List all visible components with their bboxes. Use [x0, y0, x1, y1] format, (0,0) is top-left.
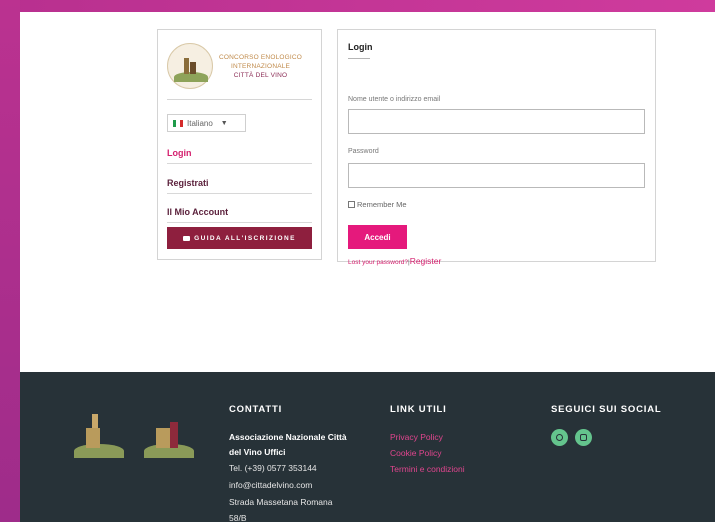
contacts-address-1: Strada Massetana Romana — [229, 497, 333, 507]
book-icon — [183, 235, 191, 241]
social-heading: SEGUICI SUI SOCIAL — [551, 404, 662, 415]
remember-label: Remember Me — [357, 200, 407, 209]
contest-logo[interactable]: CONCORSO ENOLOGICO INTERNAZIONALE CITTÀ … — [167, 40, 313, 92]
contacts-phone: Tel. (+39) 0577 353144 — [229, 463, 317, 473]
terms-link[interactable]: Termini e condizioni — [390, 462, 465, 477]
login-form: Login Nome utente o indirizzo email Pass… — [337, 29, 656, 266]
sidebar-divider — [167, 99, 312, 100]
guide-button[interactable]: GUIDA ALL'ISCRIZIONE — [167, 227, 312, 249]
login-links: Lost your password?|Register — [348, 256, 441, 266]
contacts-org-2: del Vino Uffici — [229, 447, 286, 457]
left-gradient-strip — [0, 0, 20, 522]
chevron-down-icon: ▼ — [220, 119, 228, 127]
contacts-address-2: 58/B — [229, 513, 247, 522]
contacts-org-1: Associazione Nazionale Città — [229, 432, 347, 442]
contacts-email: info@cittadelvino.com — [229, 480, 313, 490]
privacy-policy-link[interactable]: Privacy Policy — [390, 430, 443, 445]
top-gradient-strip — [0, 0, 715, 12]
remember-me[interactable]: Remember Me — [348, 200, 407, 209]
account-sidebar: CONCORSO ENOLOGICO INTERNAZIONALE CITTÀ … — [157, 29, 322, 260]
guide-button-label: GUIDA ALL'ISCRIZIONE — [194, 234, 296, 242]
italy-flag-icon — [173, 119, 183, 127]
login-title: Login — [348, 42, 373, 52]
language-label: Italiano — [187, 118, 213, 128]
page-content: CONCORSO ENOLOGICO INTERNAZIONALE CITTÀ … — [20, 12, 715, 372]
logo-line-3: CITTÀ DEL VINO — [233, 71, 288, 79]
password-label: Password — [348, 148, 379, 155]
site-footer: CONTATTI Associazione Nazionale Città de… — [20, 372, 715, 522]
title-underline — [348, 58, 370, 59]
links-heading: LINK UTILI — [390, 404, 447, 415]
logo-text: CONCORSO ENOLOGICO INTERNAZIONALE CITTÀ … — [219, 53, 302, 80]
footer-logo-wine-icon[interactable] — [142, 408, 196, 462]
instagram-icon[interactable] — [575, 429, 592, 446]
logo-seal-icon — [167, 43, 213, 89]
lost-password-link[interactable]: Lost your password? — [348, 259, 408, 266]
facebook-icon[interactable] — [551, 429, 568, 446]
footer-logo-icon[interactable] — [72, 408, 126, 462]
username-label: Nome utente o indirizzo email — [348, 96, 441, 103]
sidebar-item-registrati[interactable]: Registrati — [167, 178, 312, 194]
language-selector[interactable]: Italiano ▼ — [167, 114, 246, 132]
cookie-policy-link[interactable]: Cookie Policy — [390, 446, 442, 461]
sidebar-item-account[interactable]: Il Mio Account — [167, 207, 312, 223]
logo-line-2: INTERNAZIONALE — [230, 62, 291, 70]
contacts-heading: CONTATTI — [229, 404, 283, 415]
username-input[interactable] — [348, 109, 645, 134]
register-link[interactable]: Register — [410, 256, 442, 266]
submit-button[interactable]: Accedi — [348, 225, 407, 249]
password-input[interactable] — [348, 163, 645, 188]
logo-line-1: CONCORSO ENOLOGICO — [219, 53, 303, 61]
sidebar-item-login[interactable]: Login — [167, 148, 312, 164]
remember-checkbox[interactable] — [348, 201, 355, 208]
